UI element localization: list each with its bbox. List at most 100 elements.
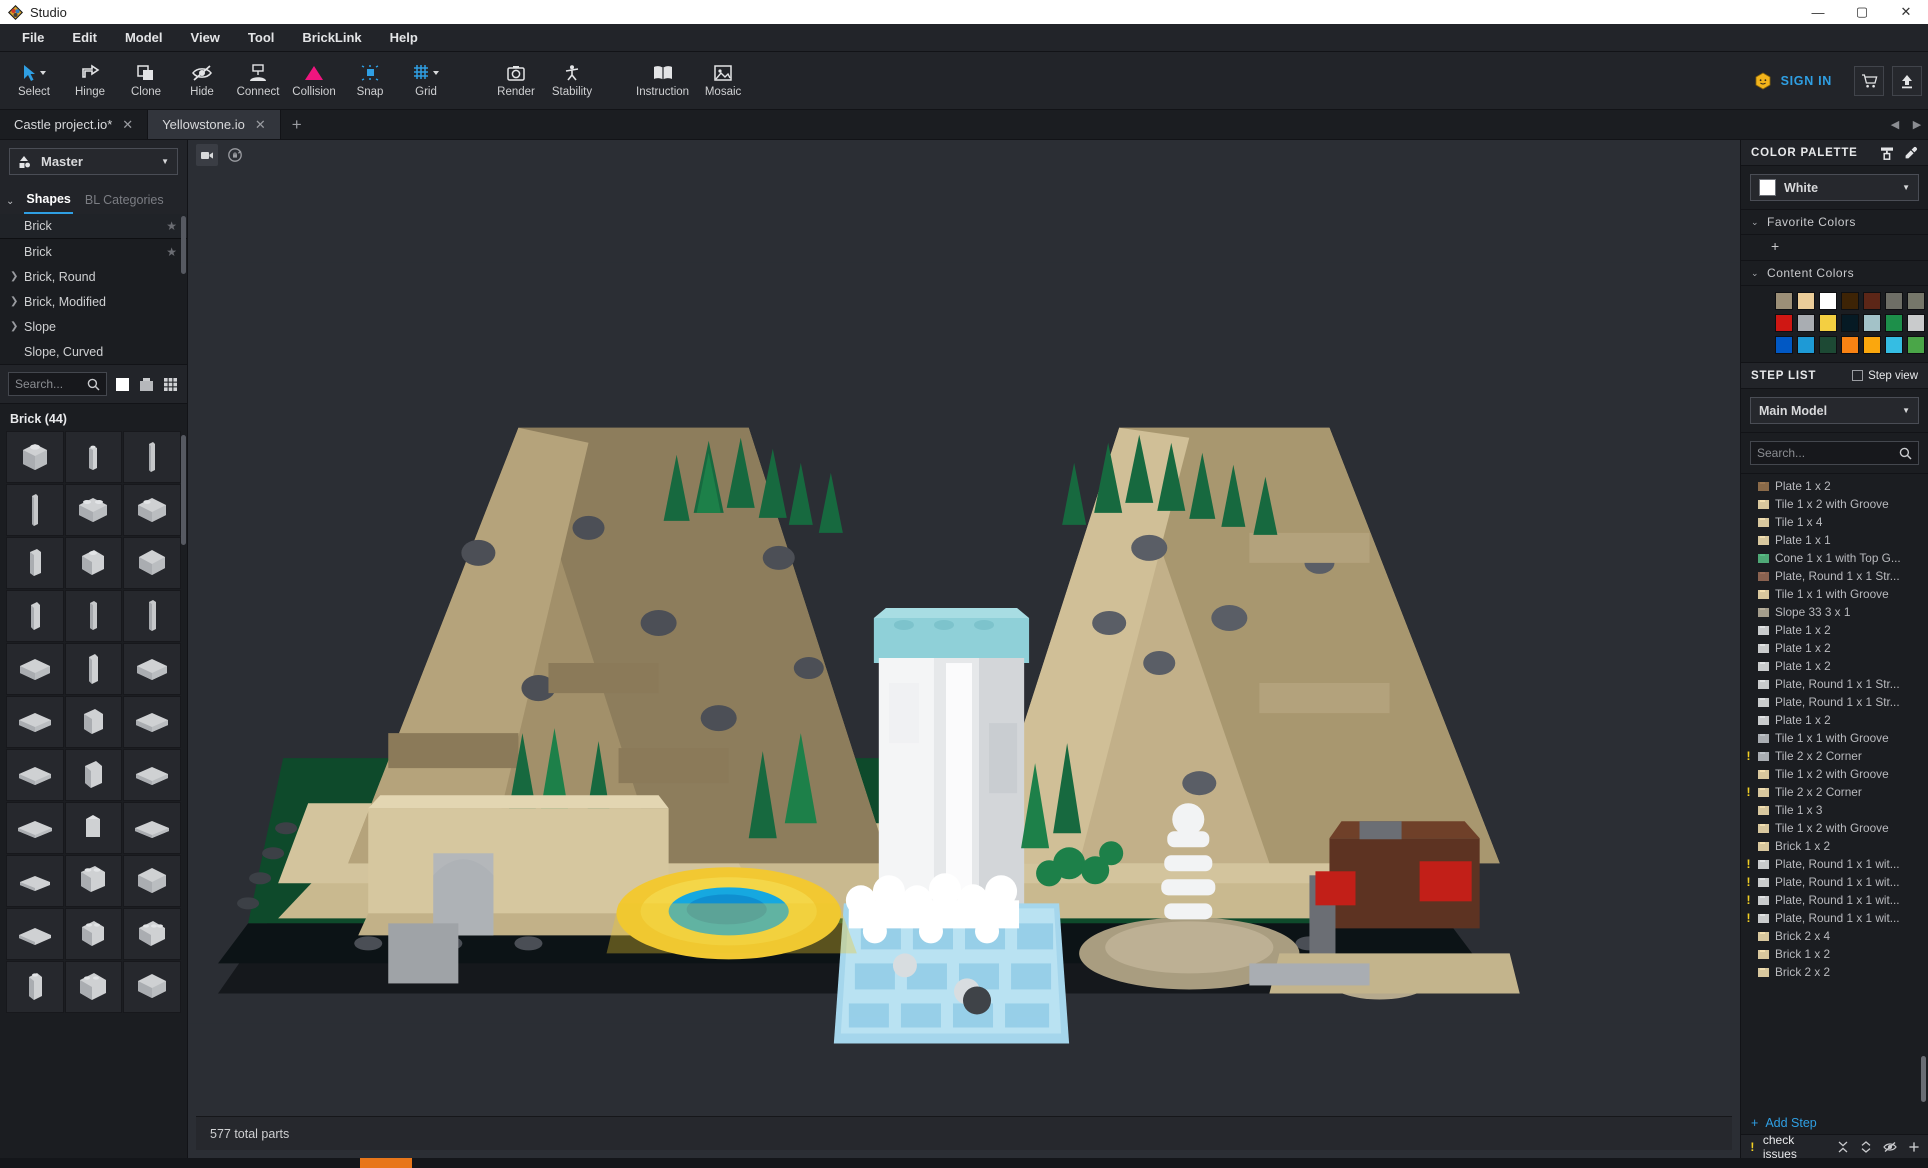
menu-help[interactable]: Help [376,24,432,52]
part-thumbnail[interactable] [6,484,64,536]
part-thumbnail[interactable] [6,696,64,748]
step-list-item[interactable]: Plate 1 x 2 [1741,711,1928,729]
part-thumbnail[interactable] [123,908,181,960]
brick-view-icon[interactable] [138,376,155,393]
part-thumbnail[interactable] [64,749,123,801]
eye-slash-icon[interactable] [1883,1141,1897,1153]
tab-yellowstone[interactable]: Yellowstone.io ✕ [148,110,281,139]
content-color-swatch[interactable] [1819,336,1837,354]
step-list-item[interactable]: Plate, Round 1 x 1 Str... [1741,675,1928,693]
close-button[interactable]: ✕ [1884,0,1928,24]
step-list-item[interactable]: ! Plate, Round 1 x 1 wit... [1741,909,1928,927]
content-color-swatch[interactable] [1841,336,1859,354]
step-list-item[interactable]: ! Tile 2 x 2 Corner [1741,783,1928,801]
part-thumbnail[interactable] [123,590,181,642]
menu-edit[interactable]: Edit [58,24,111,52]
step-list-item[interactable]: Plate 1 x 2 [1741,657,1928,675]
part-thumbnail[interactable] [64,537,123,589]
menu-bricklink[interactable]: BrickLink [288,24,375,52]
taskbar-active-app[interactable] [360,1158,412,1168]
content-color-swatch[interactable] [1841,292,1859,310]
content-color-swatch[interactable] [1775,292,1793,310]
tool-stability[interactable]: Stability [544,55,600,107]
content-color-swatch[interactable] [1885,314,1903,332]
part-thumbnail[interactable] [64,696,123,748]
tool-hinge[interactable]: Hinge [62,55,118,107]
model-dropdown[interactable]: Main Model ▼ [1750,397,1919,424]
tab-bl-categories[interactable]: BL Categories [83,190,166,213]
step-list-item[interactable]: Slope 33 3 x 1 [1741,603,1928,621]
step-list-item[interactable]: Tile 1 x 1 with Groove [1741,585,1928,603]
content-color-swatch[interactable] [1797,336,1815,354]
step-list-item[interactable]: ! Plate, Round 1 x 1 wit... [1741,855,1928,873]
eyedropper-icon[interactable] [1904,146,1918,160]
flat-view-icon[interactable] [114,376,131,393]
part-thumbnail[interactable] [6,643,64,695]
part-thumbnail[interactable] [6,749,64,801]
content-color-swatch[interactable] [1819,314,1837,332]
step-list-item[interactable]: Brick 2 x 2 [1741,963,1928,981]
grid-view-icon[interactable] [162,376,179,393]
category-item-brick-modified[interactable]: ❯ Brick, Modified [0,289,187,314]
category-item-slope-curved[interactable]: Slope, Curved [0,339,187,364]
upload-button[interactable] [1892,65,1922,96]
part-thumbnail[interactable] [64,590,123,642]
add-favorite-color-button[interactable]: + [1741,235,1928,261]
step-list-item[interactable]: Plate 1 x 2 [1741,477,1928,495]
model-3d-viewport[interactable] [188,170,1740,1116]
part-thumbnail[interactable] [123,802,181,854]
part-thumbnail[interactable] [123,537,181,589]
step-list-item[interactable]: Brick 1 x 2 [1741,837,1928,855]
sign-in-button[interactable]: SIGN IN [1740,64,1846,98]
category-item-brick-fav[interactable]: Brick ★ [0,214,187,239]
content-color-swatch[interactable] [1885,292,1903,310]
expand-arrow-icon[interactable]: ❯ [10,321,18,332]
step-list-item[interactable]: Cone 1 x 1 with Top G... [1741,549,1928,567]
tool-mosaic[interactable]: Mosaic [695,55,751,107]
tool-collision[interactable]: Collision [286,55,342,107]
step-list-item[interactable]: Tile 1 x 3 [1741,801,1928,819]
part-thumbnail[interactable] [6,802,64,854]
content-color-swatch[interactable] [1841,314,1859,332]
rotate-lock-button[interactable] [224,144,246,166]
part-thumbnail[interactable] [6,855,64,907]
content-color-swatch[interactable] [1885,336,1903,354]
favorite-colors-header[interactable]: ⌄ Favorite Colors [1741,210,1928,235]
step-list-item[interactable]: Tile 1 x 4 [1741,513,1928,531]
part-thumbnail[interactable] [64,431,123,483]
part-thumbnail[interactable] [123,961,181,1013]
part-thumbnail[interactable] [123,431,181,483]
maximize-button[interactable]: ▢ [1840,0,1884,24]
category-item-slope[interactable]: ❯ Slope [0,314,187,339]
check-issues-bar[interactable]: ! check issues [1741,1133,1928,1161]
menu-view[interactable]: View [177,24,234,52]
content-color-swatch[interactable] [1775,314,1793,332]
step-list-item[interactable]: Plate, Round 1 x 1 Str... [1741,693,1928,711]
plus-icon[interactable] [1908,1141,1920,1153]
favorite-star-icon[interactable]: ★ [166,245,177,259]
step-list-item[interactable]: ! Plate, Round 1 x 1 wit... [1741,873,1928,891]
minimize-button[interactable]: — [1796,0,1840,24]
content-color-swatch[interactable] [1863,314,1881,332]
step-list-item[interactable]: Brick 1 x 2 [1741,945,1928,963]
part-thumbnail[interactable] [64,855,123,907]
part-thumbnail[interactable] [6,908,64,960]
step-list-item[interactable]: Brick 2 x 4 [1741,927,1928,945]
content-colors-header[interactable]: ⌄ Content Colors [1741,261,1928,286]
content-color-swatch[interactable] [1775,336,1793,354]
add-step-button[interactable]: + Add Step [1741,1110,1928,1134]
paint-roller-icon[interactable] [1880,146,1894,160]
part-thumbnail[interactable] [123,749,181,801]
step-list-item[interactable]: Plate 1 x 1 [1741,531,1928,549]
part-thumbnail[interactable] [123,484,181,536]
sort-updown-icon[interactable] [1860,1140,1872,1153]
part-thumbnail[interactable] [123,696,181,748]
tab-close-icon[interactable]: ✕ [255,117,266,133]
part-thumbnail[interactable] [64,802,123,854]
parts-search-input[interactable]: Search... [8,372,107,396]
tool-select[interactable]: Select [6,55,62,107]
step-list-item[interactable]: Tile 1 x 2 with Groove [1741,819,1928,837]
content-color-swatch[interactable] [1907,314,1925,332]
step-list-item[interactable]: ! Plate, Round 1 x 1 wit... [1741,891,1928,909]
step-view-checkbox[interactable] [1852,370,1864,381]
